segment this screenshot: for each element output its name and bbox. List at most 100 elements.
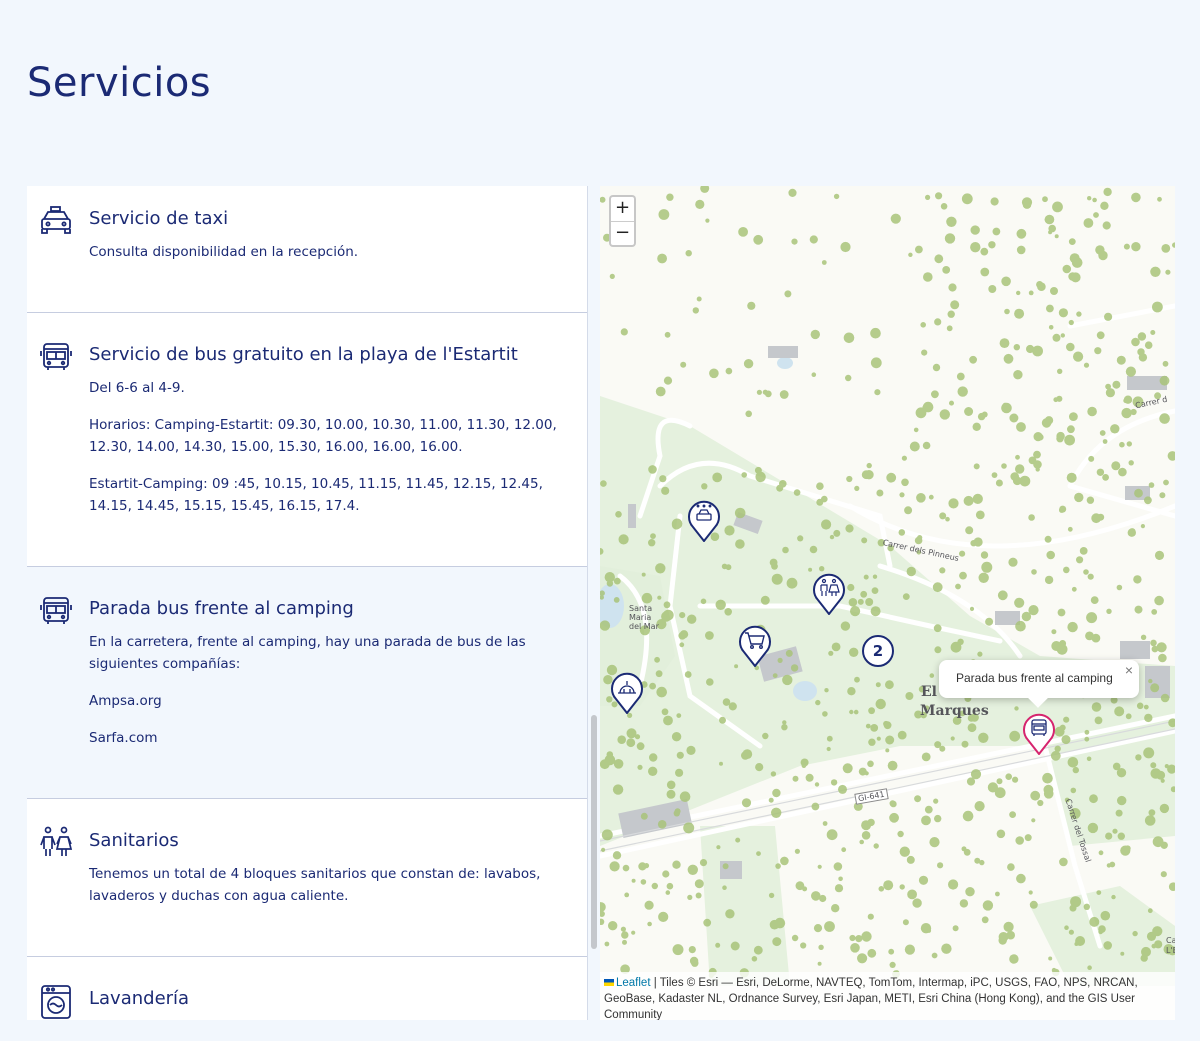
tree-dot: [1150, 330, 1156, 335]
tree-dot: [934, 646, 942, 654]
services-list[interactable]: Servicio de taxi Consulta disponibilidad…: [27, 186, 588, 1020]
tree-dot: [933, 624, 942, 633]
tree-dot: [631, 878, 636, 883]
tree-dot: [961, 193, 973, 205]
tree-dot: [612, 784, 624, 795]
tree-dot: [776, 484, 784, 492]
map-cluster[interactable]: 2: [862, 635, 894, 667]
tree-dot: [663, 376, 673, 385]
tree-dot: [658, 209, 670, 220]
tree-dot: [871, 587, 879, 594]
tree-dot: [795, 881, 805, 891]
tree-dot: [1043, 789, 1054, 799]
tree-dot: [947, 310, 955, 318]
tree-dot: [847, 687, 856, 696]
tree-dot: [735, 837, 741, 843]
tree-dot: [1031, 818, 1036, 823]
tree-dot: [1144, 341, 1153, 349]
tree-dot: [1165, 269, 1171, 275]
tree-dot: [696, 296, 702, 302]
tree-dot: [712, 472, 723, 483]
tree-dot: [779, 390, 789, 399]
tree-dot: [1030, 790, 1041, 801]
tree-dot: [780, 856, 789, 866]
tree-dot: [1168, 882, 1175, 891]
tree-dot: [937, 862, 944, 869]
tree-dot: [1015, 620, 1026, 632]
tree-dot: [873, 843, 879, 849]
tree-dot: [671, 518, 683, 530]
tree-dot: [977, 651, 983, 657]
popup-close-button[interactable]: ×: [1125, 662, 1133, 678]
tree-dot: [817, 961, 822, 966]
tree-dot: [1123, 243, 1130, 250]
tree-dot: [1154, 595, 1164, 606]
tree-dot: [617, 735, 626, 744]
tree-dot: [975, 510, 985, 520]
map-marker-bus-stop-active[interactable]: [1022, 713, 1056, 756]
tree-dot: [819, 894, 827, 903]
tree-dot: [870, 606, 881, 617]
tree-dot: [672, 944, 684, 956]
service-link-sarfa[interactable]: Sarfa.com: [89, 727, 587, 749]
tree-dot: [1089, 916, 1100, 927]
tree-dot: [1156, 642, 1167, 653]
tree-dot: [1058, 308, 1068, 318]
tree-dot: [674, 808, 681, 815]
tree-dot: [680, 361, 687, 368]
tree-dot: [790, 664, 799, 672]
tree-dot: [1014, 597, 1025, 608]
tree-dot: [655, 563, 666, 574]
tree-dot: [1159, 413, 1170, 424]
tree-dot: [824, 921, 835, 932]
tree-dot: [857, 598, 864, 605]
tree-dot: [939, 512, 947, 520]
tree-dot: [848, 598, 858, 607]
tree-dot: [772, 937, 782, 947]
tree-dot: [781, 724, 788, 731]
tree-dot: [828, 650, 834, 656]
tree-dot: [908, 252, 913, 257]
tree-dot: [1016, 245, 1026, 255]
tree-dot: [928, 494, 934, 500]
map-marker-supermarket[interactable]: [738, 625, 772, 668]
map-marker-reception[interactable]: [610, 672, 644, 715]
tree-dot: [797, 535, 804, 542]
tree-dot: [793, 489, 801, 496]
map-marker-showers[interactable]: [687, 500, 721, 543]
tree-dot: [1160, 778, 1165, 783]
tree-dot: [601, 847, 606, 853]
zoom-out-button[interactable]: −: [611, 221, 634, 245]
service-link-ampsa[interactable]: Ampsa.org: [89, 690, 587, 712]
map[interactable]: El Marques Santa Maria del Mar Carrer de…: [600, 186, 1175, 1020]
washing-machine-icon: [39, 984, 73, 1019]
tree-dot: [1093, 212, 1099, 218]
tree-dot: [655, 386, 666, 397]
tree-dot: [888, 948, 895, 955]
tree-dot: [636, 742, 645, 751]
leaflet-link[interactable]: Leaflet: [616, 977, 651, 989]
tree-dot: [741, 472, 747, 478]
tree-dot: [865, 598, 874, 606]
map-marker-restrooms[interactable]: [812, 573, 846, 616]
tree-dot: [1024, 834, 1032, 842]
zoom-in-button[interactable]: +: [611, 197, 634, 221]
tree-dot: [926, 928, 932, 933]
tree-dot: [980, 247, 989, 256]
tree-dot: [1003, 921, 1014, 933]
tree-dot: [724, 525, 735, 536]
tree-dot: [914, 795, 922, 803]
tree-dot: [876, 489, 884, 497]
tree-dot: [601, 829, 613, 841]
tree-dot: [906, 566, 916, 577]
tree-dot: [724, 608, 732, 616]
tree-dot: [955, 583, 961, 590]
service-item-taxi: Servicio de taxi Consulta disponibilidad…: [27, 186, 587, 313]
tree-dot: [1116, 355, 1126, 365]
tree-dot: [622, 864, 630, 872]
tree-dot: [1118, 467, 1127, 477]
tree-dot: [934, 814, 942, 823]
tree-dot: [1148, 678, 1153, 684]
bus-icon: [39, 340, 73, 374]
list-scrollbar[interactable]: [591, 715, 597, 949]
